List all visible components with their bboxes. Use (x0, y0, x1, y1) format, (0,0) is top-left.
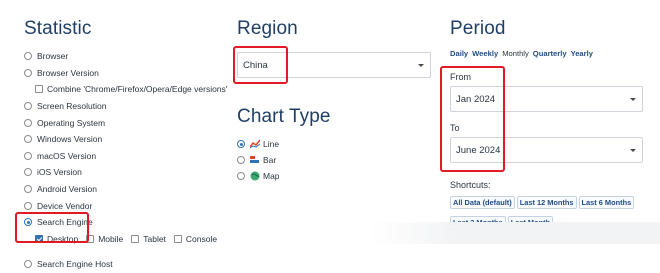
chart-type-label: Line (263, 139, 280, 149)
stat-option-browser[interactable]: Browser (24, 48, 229, 65)
console-checkbox[interactable] (173, 234, 182, 243)
radio-button[interactable] (24, 118, 32, 127)
stat-option-operating-system[interactable]: Operating System (24, 114, 229, 131)
chart-type-options: Line Bar Map (237, 136, 437, 184)
fade-overlay (370, 222, 660, 244)
radio-button[interactable] (24, 201, 32, 210)
stat-option-label: Windows Version (37, 134, 103, 145)
radio-button[interactable] (237, 156, 245, 164)
shortcut-last-6-months-button[interactable]: Last 6 Months (578, 196, 635, 210)
shortcuts-label: Shortcuts: (450, 180, 491, 190)
statistic-title: Statistic (24, 18, 92, 39)
stat-option-ios-version[interactable]: iOS Version (24, 164, 229, 181)
chart-type-label: Bar (263, 155, 277, 165)
globe-icon (250, 171, 260, 181)
chart-type-bar[interactable]: Bar (237, 152, 437, 168)
granularity-quarterly-link[interactable]: Quarterly (533, 49, 567, 58)
stat-option-label: Device Vendor (37, 200, 93, 211)
shortcut-all-data-button[interactable]: All Data (default) (450, 196, 515, 210)
radio-button[interactable] (24, 102, 32, 111)
platform-mobile[interactable]: Mobile (86, 234, 123, 244)
platform-console[interactable]: Console (173, 233, 218, 244)
chevron-down-icon (418, 64, 424, 67)
stat-option-windows-version[interactable]: Windows Version (24, 131, 229, 148)
chart-type-title: Chart Type (237, 106, 331, 127)
platform-label: Console (185, 233, 218, 244)
radio-button[interactable] (24, 135, 32, 144)
radio-button-selected[interactable] (237, 140, 245, 148)
period-title: Period (450, 18, 506, 39)
annotation-region (233, 46, 288, 84)
stat-option-label: Operating System (37, 117, 106, 128)
chevron-down-icon (630, 98, 636, 101)
radio-button[interactable] (24, 260, 32, 269)
stat-option-screen-resolution[interactable]: Screen Resolution (24, 98, 229, 115)
stat-option-label: Browser Version (37, 67, 99, 78)
stat-option-label: Search Engine Host (37, 259, 113, 270)
radio-button[interactable] (24, 185, 32, 194)
combine-versions-option[interactable]: Combine 'Chrome/Firefox/Opera/Edge versi… (24, 81, 229, 98)
chevron-down-icon (630, 149, 636, 152)
line-chart-icon (250, 139, 260, 149)
platform-tablet[interactable]: Tablet (131, 234, 166, 244)
chart-type-label: Map (263, 171, 280, 181)
stat-option-browser-version[interactable]: Browser Version (24, 65, 229, 82)
region-title: Region (237, 18, 298, 39)
chart-type-line[interactable]: Line (237, 136, 437, 152)
tablet-checkbox[interactable] (131, 234, 140, 243)
stat-option-android-version[interactable]: Android Version (24, 181, 229, 198)
granularity-daily-link[interactable]: Daily (450, 49, 468, 58)
stat-option-label: iOS Version (37, 167, 82, 178)
bar-chart-icon (250, 156, 259, 163)
granularity-links: Daily Weekly Monthly Quarterly Yearly (450, 49, 650, 58)
radio-button[interactable] (24, 52, 32, 61)
shortcut-last-12-months-button[interactable]: Last 12 Months (516, 196, 577, 210)
stat-option-search-engine-host[interactable]: Search Engine Host (24, 256, 229, 273)
annotation-period (440, 66, 505, 172)
stat-option-label: Browser (37, 51, 69, 62)
radio-button[interactable] (237, 172, 245, 180)
annotation-search-engine (15, 212, 89, 243)
chart-type-map[interactable]: Map (237, 168, 437, 184)
stat-option-label: macOS Version (37, 150, 97, 161)
combine-versions-label: Combine 'Chrome/Firefox/Opera/Edge versi… (47, 84, 228, 95)
radio-button[interactable] (24, 151, 32, 160)
stat-option-macos-version[interactable]: macOS Version (24, 148, 229, 165)
granularity-weekly-link[interactable]: Weekly (472, 49, 498, 58)
platform-label: Mobile (98, 233, 124, 244)
granularity-yearly-link[interactable]: Yearly (571, 49, 593, 58)
region-panel: Region China Chart Type Line Bar Map (237, 18, 437, 184)
stat-option-label: Screen Resolution (37, 101, 107, 112)
combine-versions-checkbox[interactable] (35, 85, 43, 94)
platform-label: Tablet (143, 233, 166, 244)
stat-option-label: Android Version (37, 184, 98, 195)
radio-button[interactable] (24, 68, 32, 77)
granularity-monthly-current: Monthly (502, 49, 529, 58)
radio-button[interactable] (24, 168, 32, 177)
